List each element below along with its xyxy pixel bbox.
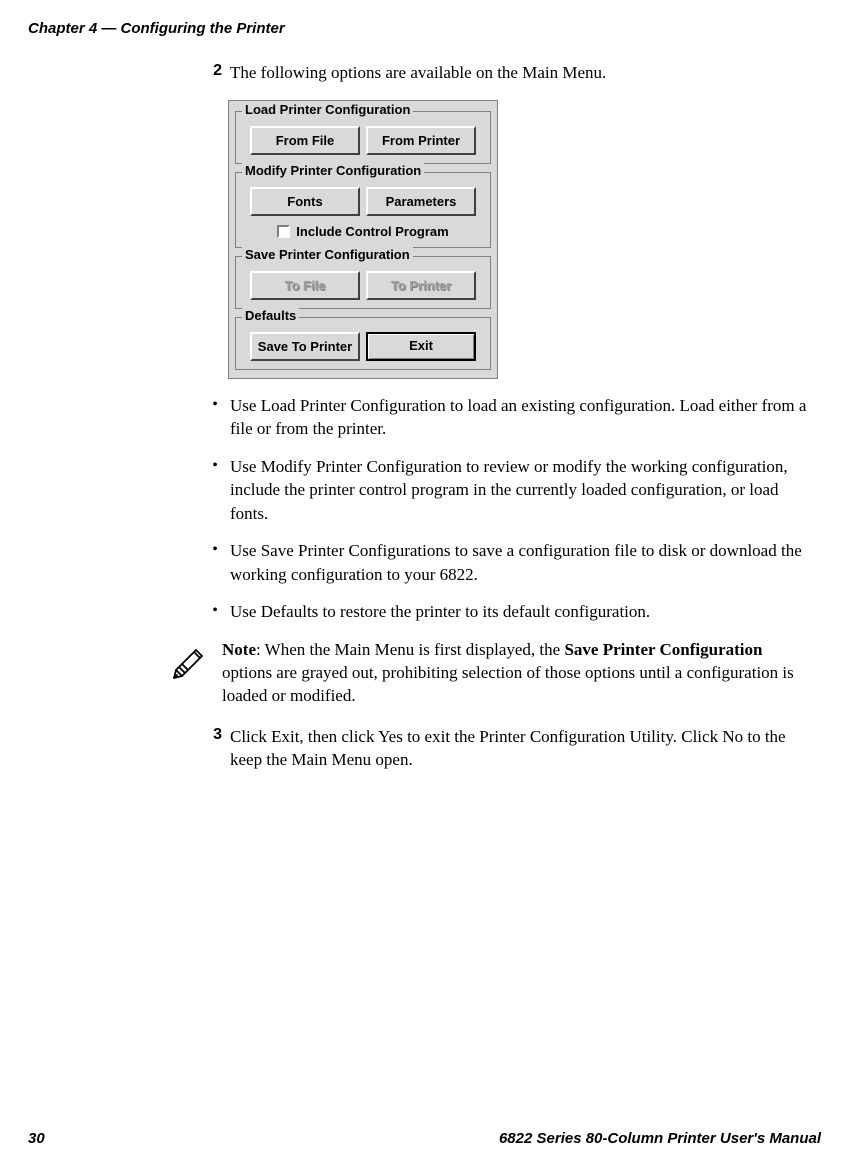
- defaults-group: Defaults Save To Printer Exit: [235, 317, 491, 370]
- step-text: Click Exit, then click Yes to exit the P…: [230, 726, 809, 772]
- step-3: 3 Click Exit, then click Yes to exit the…: [200, 726, 809, 772]
- modify-config-group: Modify Printer Configuration Fonts Param…: [235, 172, 491, 248]
- bullet-icon: •: [200, 539, 230, 586]
- bullet-icon: •: [200, 455, 230, 525]
- from-printer-button[interactable]: From Printer: [366, 126, 476, 155]
- note-prefix: Note: [222, 640, 256, 659]
- group-label: Defaults: [242, 308, 299, 323]
- page-number: 30: [28, 1130, 45, 1147]
- bullet-text: Use Save Printer Configurations to save …: [230, 539, 809, 586]
- step-number: 2: [200, 62, 222, 85]
- note-bold: Save Printer Configuration: [564, 640, 762, 659]
- exit-button[interactable]: Exit: [366, 332, 476, 361]
- bullet-item: • Use Save Printer Configurations to sav…: [200, 539, 809, 586]
- checkbox-label: Include Control Program: [296, 224, 448, 239]
- bullet-text: Use Load Printer Configuration to load a…: [230, 394, 809, 441]
- group-label: Modify Printer Configuration: [242, 163, 424, 178]
- from-file-button[interactable]: From File: [250, 126, 360, 155]
- parameters-button[interactable]: Parameters: [366, 187, 476, 216]
- checkbox-box-icon: [277, 225, 290, 238]
- manual-title: 6822 Series 80-Column Printer User's Man…: [499, 1130, 821, 1147]
- dialog-screenshot: Load Printer Configuration From File Fro…: [228, 100, 809, 379]
- load-config-group: Load Printer Configuration From File Fro…: [235, 111, 491, 164]
- save-to-printer-button[interactable]: Save To Printer: [250, 332, 360, 361]
- page-footer: 30 6822 Series 80-Column Printer User's …: [0, 1130, 849, 1147]
- to-file-button: To File: [250, 271, 360, 300]
- bullet-list: • Use Load Printer Configuration to load…: [200, 394, 809, 624]
- bullet-item: • Use Load Printer Configuration to load…: [200, 394, 809, 441]
- note-text: Note: When the Main Menu is first displa…: [222, 638, 809, 708]
- bullet-icon: •: [200, 600, 230, 623]
- page-content: 2 The following options are available on…: [0, 37, 849, 772]
- fonts-button[interactable]: Fonts: [250, 187, 360, 216]
- page-header: Chapter 4 — Configuring the Printer: [0, 0, 849, 37]
- to-printer-button: To Printer: [366, 271, 476, 300]
- bullet-item: • Use Modify Printer Configuration to re…: [200, 455, 809, 525]
- group-label: Save Printer Configuration: [242, 247, 413, 262]
- note-block: Note: When the Main Menu is first displa…: [170, 638, 809, 708]
- bullet-text: Use Modify Printer Configuration to revi…: [230, 455, 809, 525]
- bullet-item: • Use Defaults to restore the printer to…: [200, 600, 809, 623]
- note-part: : When the Main Menu is first displayed,…: [256, 640, 564, 659]
- pencil-icon: [170, 638, 212, 685]
- step-text: The following options are available on t…: [230, 62, 809, 85]
- step-number: 3: [200, 726, 222, 772]
- bullet-icon: •: [200, 394, 230, 441]
- bullet-text: Use Defaults to restore the printer to i…: [230, 600, 809, 623]
- step-2: 2 The following options are available on…: [200, 62, 809, 85]
- note-part: options are grayed out, prohibiting sele…: [222, 663, 794, 705]
- save-config-group: Save Printer Configuration To File To Pr…: [235, 256, 491, 309]
- include-control-program-checkbox[interactable]: Include Control Program: [242, 224, 484, 239]
- group-label: Load Printer Configuration: [242, 102, 413, 117]
- main-menu-panel: Load Printer Configuration From File Fro…: [228, 100, 498, 379]
